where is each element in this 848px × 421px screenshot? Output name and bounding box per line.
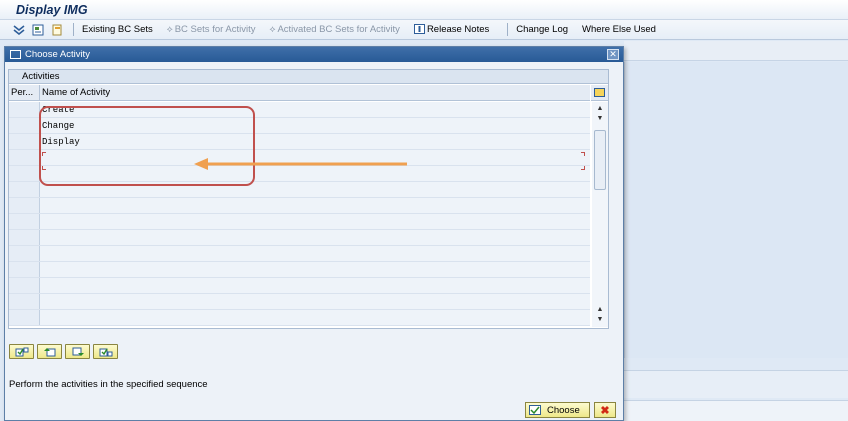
column-header-per[interactable]: Per...: [9, 85, 40, 100]
row-selector[interactable]: [9, 118, 40, 133]
row-selector[interactable]: [9, 214, 40, 229]
scroll-up-icon[interactable]: ▲: [594, 305, 606, 315]
row-selector[interactable]: [9, 310, 40, 325]
table-settings-button[interactable]: [591, 85, 608, 101]
activity-name-cell[interactable]: [40, 262, 590, 277]
annotation-highlight-box: [39, 106, 255, 186]
background-status-area: [624, 370, 848, 398]
table-row[interactable]: [9, 230, 590, 246]
choose-icon: [529, 405, 541, 415]
dialog-close-button[interactable]: ✕: [607, 49, 619, 60]
choose-activity-dialog: Choose Activity ✕ Activities Per... Name…: [4, 46, 624, 421]
dialog-window-icon: [10, 50, 21, 59]
table-caption: Activities: [9, 70, 608, 84]
cancel-button[interactable]: ✖: [594, 402, 616, 418]
bc-set-icon[interactable]: [31, 23, 45, 37]
application-toolbar: Existing BC Sets ⟡ BC Sets for Activity …: [0, 20, 848, 40]
choose-label: Choose: [547, 404, 580, 416]
choose-button[interactable]: Choose: [525, 402, 590, 418]
row-selector[interactable]: [9, 198, 40, 213]
table-row[interactable]: [9, 246, 590, 262]
background-work-area: [624, 62, 848, 358]
deselect-icon: [99, 348, 112, 356]
table-vertical-scrollbar[interactable]: ▲ ▼ ▲ ▼: [592, 102, 608, 327]
row-selector[interactable]: [9, 166, 40, 181]
dialog-footer: Choose ✖: [5, 400, 623, 420]
dialog-title-bar[interactable]: Choose Activity ✕: [5, 47, 623, 62]
toolbar-separator: [73, 23, 74, 36]
move-down-button[interactable]: [65, 344, 90, 359]
row-selector[interactable]: [9, 246, 40, 261]
document-icon[interactable]: [50, 23, 64, 37]
activity-name-cell[interactable]: [40, 198, 590, 213]
existing-bc-sets-button[interactable]: Existing BC Sets: [82, 24, 153, 35]
scroll-up-top-icon[interactable]: ▲: [594, 104, 606, 114]
expand-icon[interactable]: [12, 23, 26, 37]
row-selector[interactable]: [9, 134, 40, 149]
deselect-button[interactable]: [93, 344, 118, 359]
activated-bc-set-icon: ⟡: [269, 24, 276, 34]
activity-name-cell[interactable]: [40, 214, 590, 229]
row-selector[interactable]: [9, 278, 40, 293]
bc-sets-for-activity-button[interactable]: ⟡ BC Sets for Activity: [167, 24, 256, 35]
background-footer-area: [624, 400, 848, 421]
scroll-down-top-icon[interactable]: ▼: [594, 114, 606, 124]
bc-set-small-icon: ⟡: [166, 24, 173, 34]
activity-name-cell[interactable]: [40, 294, 590, 309]
table-row[interactable]: [9, 214, 590, 230]
annotation-bracket-left-top: [42, 152, 46, 156]
scroll-thumb[interactable]: [594, 130, 606, 190]
activity-name-cell[interactable]: [40, 230, 590, 245]
scroll-down-icon[interactable]: ▼: [594, 315, 606, 325]
annotation-bracket-left-bottom: [42, 166, 46, 170]
activity-name-cell[interactable]: [40, 310, 590, 325]
row-selector[interactable]: [9, 150, 40, 165]
activated-bc-sets-label: Activated BC Sets for Activity: [277, 24, 400, 35]
activity-name-cell[interactable]: [40, 246, 590, 261]
annotation-arrow-icon: [194, 158, 407, 170]
table-row[interactable]: [9, 278, 590, 294]
release-notes-label: Release Notes: [426, 24, 490, 35]
table-config-icon: [594, 88, 605, 97]
toolbar-separator-2: [507, 23, 509, 36]
where-else-used-button[interactable]: Where Else Used: [582, 24, 656, 35]
row-selector[interactable]: [9, 294, 40, 309]
background-header-band: [624, 41, 848, 61]
row-selector[interactable]: [9, 182, 40, 197]
table-row[interactable]: [9, 262, 590, 278]
table-header-row: Per... Name of Activity: [9, 85, 590, 101]
activated-bc-sets-button[interactable]: ⟡ Activated BC Sets for Activity: [269, 24, 399, 35]
select-all-button[interactable]: [9, 344, 34, 359]
table-row[interactable]: [9, 310, 590, 326]
instruction-text: Perform the activities in the specified …: [9, 379, 208, 390]
select-all-icon: [15, 347, 28, 356]
row-selector[interactable]: [9, 102, 40, 117]
table-row[interactable]: [9, 198, 590, 214]
info-icon: [413, 23, 425, 36]
app-title: Display IMG: [16, 3, 88, 17]
activity-name-cell[interactable]: [40, 278, 590, 293]
activities-table: Activities Per... Name of Activity Creat…: [8, 69, 609, 329]
sequence-buttons: [9, 344, 121, 359]
change-log-button[interactable]: Change Log: [516, 24, 568, 35]
app-title-bar: Display IMG: [0, 0, 848, 20]
row-selector[interactable]: [9, 230, 40, 245]
bc-sets-for-activity-label: BC Sets for Activity: [174, 24, 256, 35]
row-selector[interactable]: [9, 262, 40, 277]
move-up-button[interactable]: [37, 344, 62, 359]
annotation-bracket-bottom: [581, 166, 585, 170]
move-up-icon: [43, 347, 55, 356]
move-down-icon: [72, 347, 84, 356]
release-notes-button[interactable]: Release Notes: [413, 23, 490, 36]
dialog-title: Choose Activity: [25, 49, 90, 60]
table-row[interactable]: [9, 294, 590, 310]
column-header-name-of-activity[interactable]: Name of Activity: [40, 85, 580, 100]
annotation-bracket-top: [581, 152, 585, 156]
